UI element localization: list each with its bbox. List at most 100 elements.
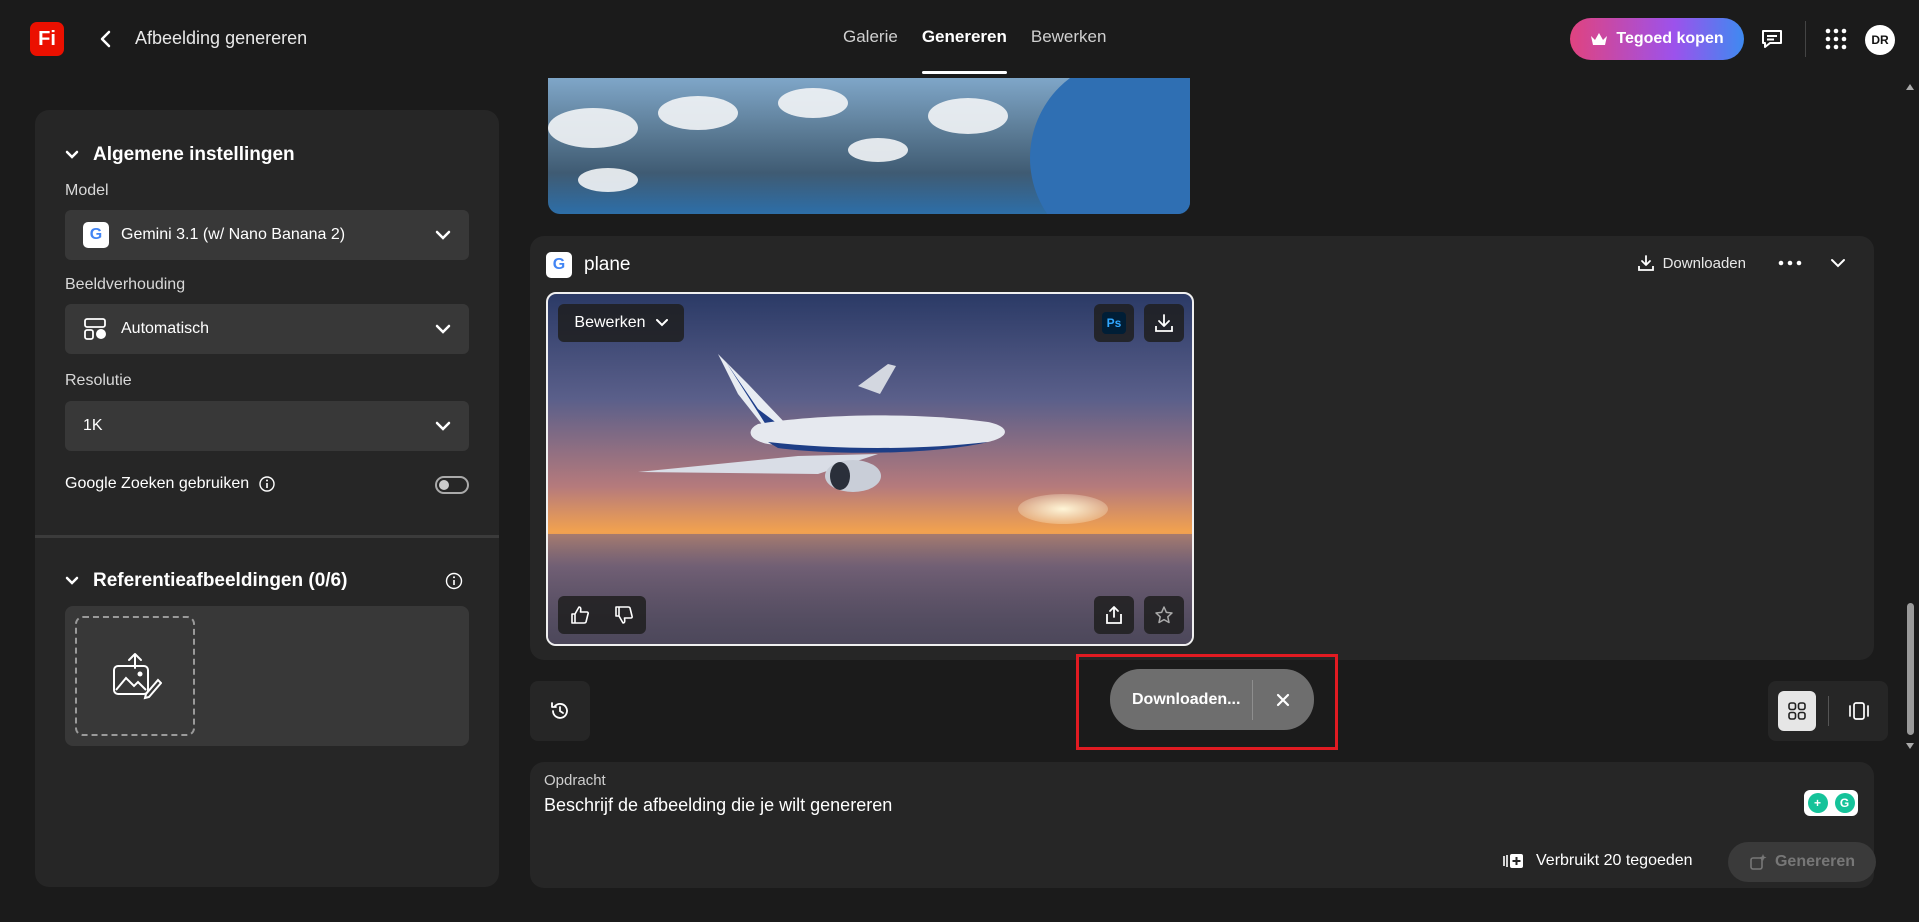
aspect-ratio-label: Beeldverhouding: [65, 276, 186, 293]
generated-image[interactable]: Bewerken Ps: [546, 292, 1194, 646]
tab-bewerken[interactable]: Bewerken: [1019, 0, 1119, 74]
aspect-ratio-select[interactable]: Automatisch: [65, 304, 469, 354]
main-nav: Galerie Genereren Bewerken: [831, 0, 1118, 74]
photoshop-icon: Ps: [1102, 312, 1126, 334]
image-cloud: [658, 96, 738, 130]
image-cloud: [928, 98, 1008, 134]
top-bar: Fi Afbeelding genereren Galerie Generere…: [0, 0, 1919, 74]
download-icon: [1637, 255, 1654, 271]
settings-panel: Algemene instellingen Model G Gemini 3.1…: [35, 110, 499, 887]
result-card: G plane Downloaden Bewerken Ps: [530, 236, 1874, 660]
info-icon[interactable]: [445, 572, 463, 590]
buy-credits-label: Tegoed kopen: [1616, 30, 1724, 47]
download-icon: [1155, 314, 1173, 332]
share-icon: [1106, 606, 1122, 624]
scroll-thumb[interactable]: [1907, 603, 1914, 735]
apps-button[interactable]: [1822, 25, 1850, 53]
credits-info: Verbruikt 20 tegoeden: [1502, 852, 1693, 870]
model-label: Model: [65, 182, 109, 199]
favorite-button[interactable]: [1144, 596, 1184, 634]
main-scrollbar[interactable]: [1903, 78, 1917, 760]
aspect-ratio-value: Automatisch: [121, 320, 210, 337]
edit-dropdown[interactable]: Bewerken: [558, 304, 684, 342]
chevron-down-icon: [65, 150, 79, 159]
image-download-button[interactable]: [1144, 304, 1184, 342]
page-title: Afbeelding genereren: [135, 28, 308, 48]
grid-view-button[interactable]: [1778, 691, 1816, 731]
firefly-logo[interactable]: Fi: [30, 22, 64, 56]
chevron-down-icon: [65, 576, 79, 585]
annotation-highlight-box: [1076, 654, 1338, 750]
generate-icon: [1750, 854, 1767, 870]
info-icon[interactable]: [259, 476, 275, 492]
resolution-label: Resolutie: [65, 372, 132, 389]
google-icon: G: [546, 252, 572, 278]
image-sun: [1018, 494, 1108, 524]
share-button[interactable]: [1094, 596, 1134, 634]
back-button[interactable]: [96, 26, 116, 52]
grammarly-assist-icon: +: [1807, 793, 1828, 813]
rating-buttons: [558, 596, 646, 634]
google-icon: G: [83, 222, 109, 248]
download-button[interactable]: Downloaden: [1637, 254, 1746, 272]
chevron-down-icon[interactable]: [1830, 258, 1846, 268]
feedback-button[interactable]: [1758, 25, 1786, 53]
crown-icon: [1591, 33, 1608, 45]
result-actions: Downloaden: [1637, 254, 1846, 272]
history-icon: [551, 702, 568, 719]
aspect-ratio-icon: [84, 318, 106, 340]
view-switch: [1768, 681, 1888, 741]
prompt-panel: Opdracht Beschrijf de afbeelding die je …: [530, 762, 1876, 888]
credits-text: Verbruikt 20 tegoeden: [1536, 852, 1693, 869]
previous-generated-image[interactable]: [548, 78, 1190, 214]
image-cloud: [578, 168, 638, 192]
grid-icon: [1787, 702, 1806, 720]
google-search-row: Google Zoeken gebruiken: [65, 475, 275, 493]
carousel-view-button[interactable]: [1840, 691, 1878, 731]
reference-images-box: [65, 606, 469, 746]
scroll-up-icon[interactable]: [1906, 84, 1914, 90]
star-icon: [1155, 606, 1173, 624]
model-select[interactable]: G Gemini 3.1 (w/ Nano Banana 2): [65, 210, 469, 260]
generate-button[interactable]: Genereren: [1728, 842, 1876, 882]
divider: [1805, 21, 1806, 57]
edit-dropdown-label: Bewerken: [574, 314, 646, 331]
result-title: G plane: [546, 252, 631, 278]
reference-images-header[interactable]: Referentieafbeeldingen (0/6): [65, 570, 347, 592]
upload-image-icon: [113, 653, 162, 700]
upload-reference-button[interactable]: [75, 616, 195, 736]
download-label: Downloaden: [1662, 254, 1746, 272]
open-in-photoshop-button[interactable]: Ps: [1094, 304, 1134, 342]
scroll-down-icon[interactable]: [1906, 743, 1914, 749]
image-cloud: [548, 108, 638, 148]
image-cloud: [848, 138, 908, 162]
chevron-down-icon: [435, 324, 451, 334]
more-icon[interactable]: [1778, 260, 1802, 266]
thumbs-up-icon[interactable]: [570, 605, 590, 625]
google-search-label: Google Zoeken gebruiken: [65, 475, 250, 492]
buy-credits-button[interactable]: Tegoed kopen: [1570, 18, 1744, 60]
chevron-down-icon: [435, 230, 451, 240]
carousel-icon: [1849, 702, 1870, 720]
thumbs-down-icon[interactable]: [614, 605, 634, 625]
chevron-left-icon: [100, 30, 111, 48]
grammarly-icon: G: [1834, 793, 1855, 813]
prompt-title: plane: [584, 254, 631, 275]
history-button[interactable]: [530, 681, 590, 741]
prompt-input[interactable]: Beschrijf de afbeelding die je wilt gene…: [544, 795, 892, 816]
apps-grid-icon: [1825, 28, 1847, 50]
general-settings-title: Algemene instellingen: [93, 144, 295, 165]
tab-genereren[interactable]: Genereren: [910, 0, 1019, 74]
chat-icon: [1762, 30, 1782, 48]
avatar[interactable]: DR: [1865, 25, 1895, 55]
grammarly-widget[interactable]: + G: [1804, 790, 1858, 816]
tab-galerie[interactable]: Galerie: [831, 0, 910, 74]
resolution-select[interactable]: 1K: [65, 401, 469, 451]
resolution-value: 1K: [83, 417, 103, 434]
google-search-toggle[interactable]: [435, 476, 469, 494]
generate-label: Genereren: [1774, 853, 1856, 870]
chevron-down-icon: [655, 319, 668, 327]
divider: [1827, 696, 1829, 726]
image-cloud: [778, 88, 848, 118]
general-settings-header[interactable]: Algemene instellingen: [65, 144, 295, 166]
